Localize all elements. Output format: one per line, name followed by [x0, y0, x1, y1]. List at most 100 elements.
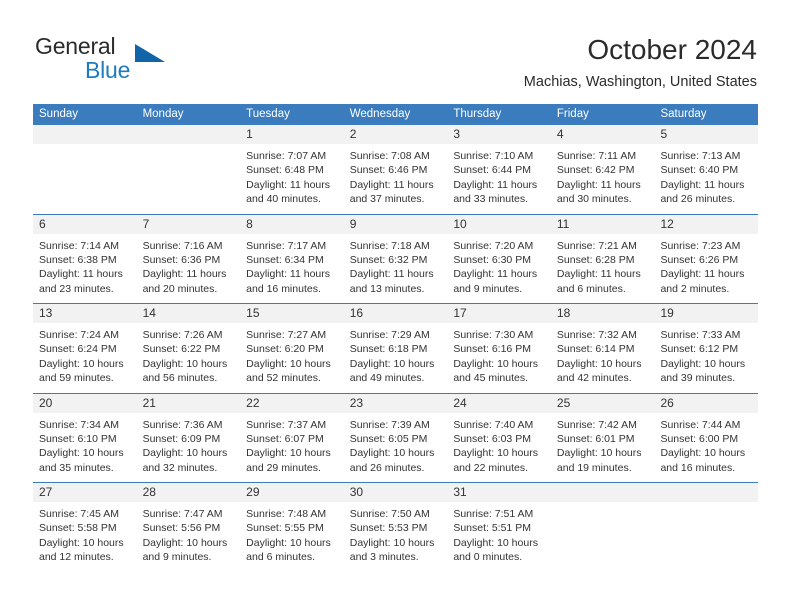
logo-text-blue: Blue: [85, 57, 131, 83]
sunset-line: Sunset: 6:05 PM: [349, 432, 428, 445]
day-details: Sunrise: 7:26 AM Sunset: 6:22 PM Dayligh…: [137, 323, 241, 386]
weekday-wednesday: Wednesday: [349, 108, 411, 120]
day-number: 10: [447, 214, 551, 234]
daylight-line-2: and 0 minutes.: [453, 551, 523, 564]
sunrise-line: Sunrise: 7:20 AM: [453, 239, 534, 252]
day-cell[interactable]: [550, 483, 655, 572]
day-details: Sunrise: 7:45 AM Sunset: 5:58 PM Dayligh…: [33, 502, 137, 565]
day-cell[interactable]: 10 Sunrise: 7:20 AM Sunset: 6:30 PM Dayl…: [447, 214, 551, 304]
sunrise-line: Sunrise: 7:13 AM: [660, 150, 741, 162]
day-cell[interactable]: 20 Sunrise: 7:34 AM Sunset: 6:10 PM Dayl…: [33, 393, 137, 483]
day-number: [33, 125, 137, 144]
calendar-page: General Blue October 2024 Machias, Washi…: [0, 0, 792, 612]
weekday-header-row: Sunday Monday Tuesday Wednesday Thursday…: [33, 104, 758, 125]
day-number: 30: [343, 483, 448, 502]
day-cell[interactable]: 14 Sunrise: 7:26 AM Sunset: 6:22 PM Dayl…: [136, 304, 241, 393]
day-cell[interactable]: 3 Sunrise: 7:10 AM Sunset: 6:44 PM Dayli…: [447, 125, 551, 214]
daylight-line-1: Daylight: 10 hours: [556, 357, 642, 370]
sunset-line: Sunset: 6:00 PM: [660, 432, 739, 445]
sunrise-line: Sunrise: 7:21 AM: [556, 239, 637, 252]
day-cell[interactable]: 29 Sunrise: 7:48 AM Sunset: 5:55 PM Dayl…: [240, 483, 344, 572]
day-cell[interactable]: 11 Sunrise: 7:21 AM Sunset: 6:28 PM Dayl…: [550, 214, 655, 304]
day-cell[interactable]: 6 Sunrise: 7:14 AM Sunset: 6:38 PM Dayli…: [33, 214, 137, 304]
day-cell[interactable]: [136, 125, 241, 214]
daylight-line-2: and 33 minutes.: [453, 193, 529, 206]
day-cell[interactable]: 12 Sunrise: 7:23 AM Sunset: 6:26 PM Dayl…: [654, 214, 759, 304]
day-cell[interactable]: 23 Sunrise: 7:39 AM Sunset: 6:05 PM Dayl…: [343, 393, 448, 483]
sunrise-line: Sunrise: 7:51 AM: [453, 508, 534, 520]
day-details: Sunrise: 7:32 AM Sunset: 6:14 PM Dayligh…: [551, 323, 655, 386]
day-cell[interactable]: 21 Sunrise: 7:36 AM Sunset: 6:09 PM Dayl…: [136, 393, 241, 483]
day-cell[interactable]: 30 Sunrise: 7:50 AM Sunset: 5:53 PM Dayl…: [343, 483, 448, 572]
day-number: [136, 125, 241, 144]
daylight-line-2: and 29 minutes.: [246, 461, 321, 474]
day-number: 19: [654, 304, 759, 323]
daylight-line-2: and 42 minutes.: [556, 372, 632, 385]
day-cell[interactable]: 2 Sunrise: 7:08 AM Sunset: 6:46 PM Dayli…: [343, 125, 448, 214]
day-details: Sunrise: 7:13 AM Sunset: 6:40 PM Dayligh…: [654, 144, 758, 207]
day-cell[interactable]: 13 Sunrise: 7:24 AM Sunset: 6:24 PM Dayl…: [33, 304, 137, 393]
day-cell[interactable]: 5 Sunrise: 7:13 AM Sunset: 6:40 PM Dayli…: [654, 125, 759, 214]
day-number: 15: [240, 304, 344, 323]
sunrise-line: Sunrise: 7:18 AM: [349, 239, 430, 252]
day-cell[interactable]: 17 Sunrise: 7:30 AM Sunset: 6:16 PM Dayl…: [447, 304, 551, 393]
day-number: 29: [240, 483, 344, 502]
day-cell[interactable]: 31 Sunrise: 7:51 AM Sunset: 5:51 PM Dayl…: [447, 483, 551, 572]
daylight-line-2: and 16 minutes.: [660, 461, 736, 474]
sunrise-line: Sunrise: 7:39 AM: [349, 418, 430, 431]
daylight-line-2: and 19 minutes.: [556, 461, 632, 474]
daylight-line-2: and 20 minutes.: [142, 282, 218, 295]
day-cell[interactable]: 24 Sunrise: 7:40 AM Sunset: 6:03 PM Dayl…: [447, 393, 551, 483]
day-cell[interactable]: 16 Sunrise: 7:29 AM Sunset: 6:18 PM Dayl…: [343, 304, 448, 393]
daylight-line-2: and 52 minutes.: [246, 372, 321, 385]
day-cell[interactable]: [33, 125, 137, 214]
day-details: Sunrise: 7:17 AM Sunset: 6:34 PM Dayligh…: [240, 234, 344, 297]
daylight-line-1: Daylight: 10 hours: [349, 536, 435, 549]
daylight-line-1: Daylight: 11 hours: [556, 178, 641, 191]
page-title: October 2024: [587, 34, 757, 65]
day-cell[interactable]: 15 Sunrise: 7:27 AM Sunset: 6:20 PM Dayl…: [240, 304, 344, 393]
weekday-monday: Monday: [142, 108, 184, 120]
day-number: 5: [654, 125, 759, 144]
day-cell[interactable]: 22 Sunrise: 7:37 AM Sunset: 6:07 PM Dayl…: [240, 393, 344, 483]
daylight-line-1: Daylight: 10 hours: [142, 357, 228, 370]
day-number: 6: [33, 214, 137, 234]
sunset-line: Sunset: 6:16 PM: [453, 343, 531, 356]
sunrise-line: Sunrise: 7:07 AM: [246, 150, 327, 162]
daylight-line-1: Daylight: 11 hours: [142, 268, 227, 281]
sunset-line: Sunset: 6:12 PM: [660, 343, 739, 356]
sunset-line: Sunset: 6:38 PM: [39, 253, 117, 266]
day-cell[interactable]: 25 Sunrise: 7:42 AM Sunset: 6:01 PM Dayl…: [550, 393, 655, 483]
calendar-grid: Sunday Monday Tuesday Wednesday Thursday…: [33, 104, 759, 572]
day-cell[interactable]: 4 Sunrise: 7:11 AM Sunset: 6:42 PM Dayli…: [550, 125, 655, 214]
day-cell[interactable]: 26 Sunrise: 7:44 AM Sunset: 6:00 PM Dayl…: [654, 393, 759, 483]
daylight-line-2: and 16 minutes.: [246, 282, 321, 295]
day-cell[interactable]: 28 Sunrise: 7:47 AM Sunset: 5:56 PM Dayl…: [136, 483, 241, 572]
day-details: Sunrise: 7:42 AM Sunset: 6:01 PM Dayligh…: [551, 413, 655, 476]
day-details: Sunrise: 7:37 AM Sunset: 6:07 PM Dayligh…: [240, 413, 344, 476]
day-number: 21: [136, 393, 241, 413]
day-cell[interactable]: 18 Sunrise: 7:32 AM Sunset: 6:14 PM Dayl…: [550, 304, 655, 393]
daylight-line-1: Daylight: 10 hours: [556, 447, 642, 460]
day-cell[interactable]: 1 Sunrise: 7:07 AM Sunset: 6:48 PM Dayli…: [240, 125, 344, 214]
day-cell[interactable]: 9 Sunrise: 7:18 AM Sunset: 6:32 PM Dayli…: [343, 214, 448, 304]
sunset-line: Sunset: 6:01 PM: [556, 432, 635, 445]
daylight-line-2: and 37 minutes.: [349, 193, 425, 206]
day-number: 18: [550, 304, 655, 323]
day-cell[interactable]: 19 Sunrise: 7:33 AM Sunset: 6:12 PM Dayl…: [654, 304, 759, 393]
day-cell[interactable]: 27 Sunrise: 7:45 AM Sunset: 5:58 PM Dayl…: [33, 483, 137, 572]
general-blue-logo[interactable]: General Blue: [35, 33, 245, 91]
daylight-line-2: and 12 minutes.: [39, 551, 114, 564]
sunset-line: Sunset: 5:51 PM: [453, 522, 531, 535]
day-cell[interactable]: 7 Sunrise: 7:16 AM Sunset: 6:36 PM Dayli…: [136, 214, 241, 304]
daylight-line-2: and 40 minutes.: [246, 193, 321, 206]
sunrise-line: Sunrise: 7:40 AM: [453, 418, 534, 431]
day-cell[interactable]: [654, 483, 759, 572]
day-number: 31: [447, 483, 551, 502]
sunset-line: Sunset: 6:03 PM: [453, 432, 531, 445]
daylight-line-1: Daylight: 10 hours: [660, 357, 746, 370]
day-number: 28: [136, 483, 241, 502]
weekday-tuesday: Tuesday: [246, 108, 290, 120]
day-cell[interactable]: 8 Sunrise: 7:17 AM Sunset: 6:34 PM Dayli…: [240, 214, 344, 304]
daylight-line-1: Daylight: 10 hours: [453, 357, 538, 370]
